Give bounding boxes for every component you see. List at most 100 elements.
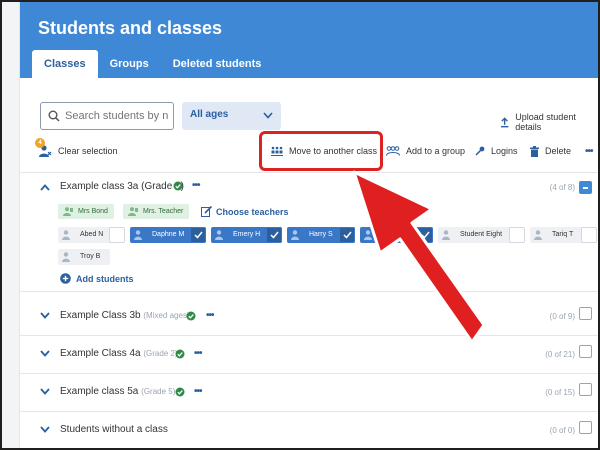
checkmark-icon xyxy=(421,231,430,239)
person-x-icon: 4 xyxy=(35,138,52,158)
group-icon xyxy=(386,146,400,156)
teacher-name: Mrs Bond xyxy=(78,208,108,215)
class-name-text: Example Class 4a xyxy=(60,348,141,359)
selected-count: (0 of 0) xyxy=(549,426,575,435)
class-more-button[interactable]: ••• xyxy=(206,310,214,321)
main-content: All ages Upload student details xyxy=(20,78,598,448)
teacher-pill: Mrs. Teacher xyxy=(123,204,190,219)
add-to-group-label: Add to a group xyxy=(406,146,466,156)
student-name: Tariq T xyxy=(552,231,574,238)
student-checkbox[interactable] xyxy=(339,227,355,243)
class-select-checkbox[interactable] xyxy=(579,307,592,320)
search-input[interactable] xyxy=(65,108,169,124)
class-grade: (Grade 5) xyxy=(141,387,176,396)
delete-label: Delete xyxy=(545,146,572,156)
logins-button[interactable]: Logins xyxy=(475,144,518,158)
page-header: Students and classes Classes Groups Dele… xyxy=(20,2,598,78)
choose-teachers-button[interactable]: Choose teachers xyxy=(201,206,289,217)
class-more-button[interactable]: ••• xyxy=(194,386,202,397)
verified-check-icon xyxy=(175,349,185,359)
class-select-checkbox[interactable] xyxy=(579,383,592,396)
clear-selection-button[interactable]: 4 Clear selection xyxy=(35,138,118,158)
selection-count-badge: 4 xyxy=(35,138,45,148)
class-name-text: Example class 5a xyxy=(60,386,139,397)
class-row[interactable]: Example Class 4a (Grade 2) ••• (0 of 21) xyxy=(20,336,598,374)
class-grade: (Mixed ages) xyxy=(143,311,190,320)
upload-student-details-button[interactable]: Upload student details xyxy=(500,112,598,132)
class-name-text: Example class 3a xyxy=(60,181,139,192)
student-chip[interactable]: Daphne M xyxy=(130,227,206,243)
chevron-down-icon[interactable] xyxy=(40,350,50,357)
student-chip[interactable]: S xyxy=(360,227,433,243)
age-filter-value: All ages xyxy=(190,109,229,120)
chevron-up-icon[interactable] xyxy=(40,184,50,191)
class-name[interactable]: Example class 3a (Grade 3) xyxy=(60,181,184,192)
student-checkbox[interactable] xyxy=(417,227,433,243)
student-checkbox[interactable] xyxy=(190,227,206,243)
teacher-name: Mrs. Teacher xyxy=(143,208,184,215)
student-name: Troy B xyxy=(80,253,101,260)
page-title: Students and classes xyxy=(38,18,223,38)
class-name-text: Example Class 3b xyxy=(60,310,141,321)
student-name: Daphne M xyxy=(152,231,185,238)
student-name: Emery H xyxy=(233,231,261,238)
chevron-down-icon[interactable] xyxy=(40,426,50,433)
student-name: Student Eight xyxy=(460,231,503,238)
age-filter-select[interactable]: All ages xyxy=(182,102,281,130)
upload-icon xyxy=(500,116,509,127)
edit-icon xyxy=(201,206,212,217)
student-checkbox[interactable] xyxy=(109,227,125,243)
class-select-checkbox[interactable] xyxy=(579,421,592,434)
student-chip[interactable]: Emery H xyxy=(211,227,282,243)
chevron-down-icon xyxy=(263,112,273,119)
class-more-button[interactable]: ••• xyxy=(192,180,200,191)
teacher-pill: Mrs Bond xyxy=(58,204,114,219)
class-select-checkbox[interactable] xyxy=(579,345,592,358)
student-chip[interactable]: Harry S xyxy=(287,227,355,243)
student-checkbox[interactable] xyxy=(581,227,597,243)
class-name: Example class 5a (Grade 5) xyxy=(60,386,175,397)
app-window: Students and classes Classes Groups Dele… xyxy=(0,0,600,450)
tab-groups[interactable]: Groups xyxy=(98,50,161,78)
student-checkbox[interactable] xyxy=(509,227,525,243)
student-chip[interactable]: Tariq T xyxy=(530,227,597,243)
trash-icon xyxy=(530,145,539,157)
class-name: Example Class 4a (Grade 2) xyxy=(60,348,178,359)
student-chip[interactable]: Troy B xyxy=(58,249,110,265)
class-row[interactable]: Example Class 3b (Mixed ages) ••• (0 of … xyxy=(20,298,598,336)
delete-button[interactable]: Delete xyxy=(530,144,571,158)
teacher-icon xyxy=(128,207,138,216)
student-chip[interactable]: Student Eight xyxy=(438,227,525,243)
selected-count: (4 of 8) xyxy=(549,183,575,192)
upload-label: Upload student details xyxy=(515,112,576,132)
class-more-button[interactable]: ••• xyxy=(194,348,202,359)
class-row[interactable]: Example class 5a (Grade 5) ••• (0 of 15) xyxy=(20,374,598,412)
highlight-box xyxy=(259,131,383,171)
class-select-checkbox[interactable] xyxy=(579,181,592,194)
search-box[interactable] xyxy=(40,102,174,130)
class-name-text: Students without a class xyxy=(60,424,168,435)
checkmark-icon xyxy=(194,231,203,239)
add-students-button[interactable]: Add students xyxy=(60,273,134,284)
class-grade: (Grade 2) xyxy=(143,349,178,358)
selected-count: (0 of 15) xyxy=(545,388,575,397)
add-to-group-button[interactable]: Add to a group xyxy=(386,144,465,158)
verified-check-icon xyxy=(175,387,185,397)
student-checkbox[interactable] xyxy=(266,227,282,243)
chevron-down-icon[interactable] xyxy=(40,388,50,395)
more-options-button[interactable]: ••• xyxy=(585,144,593,158)
checkmark-icon xyxy=(343,231,352,239)
student-chip[interactable]: Abed N xyxy=(58,227,125,243)
left-sidebar-strip xyxy=(2,2,20,448)
student-name: Abed N xyxy=(80,231,104,238)
clear-selection-label: Clear selection xyxy=(58,146,118,156)
tab-classes[interactable]: Classes xyxy=(32,50,98,78)
choose-teachers-label: Choose teachers xyxy=(216,206,289,217)
tab-bar: Classes Groups Deleted students xyxy=(32,50,273,78)
chevron-down-icon[interactable] xyxy=(40,312,50,319)
checkmark-icon xyxy=(270,231,279,239)
tab-deleted-students[interactable]: Deleted students xyxy=(161,50,274,78)
logins-label: Logins xyxy=(491,146,518,156)
selected-count: (0 of 21) xyxy=(545,350,575,359)
class-row[interactable]: Students without a class (0 of 0) xyxy=(20,412,598,448)
